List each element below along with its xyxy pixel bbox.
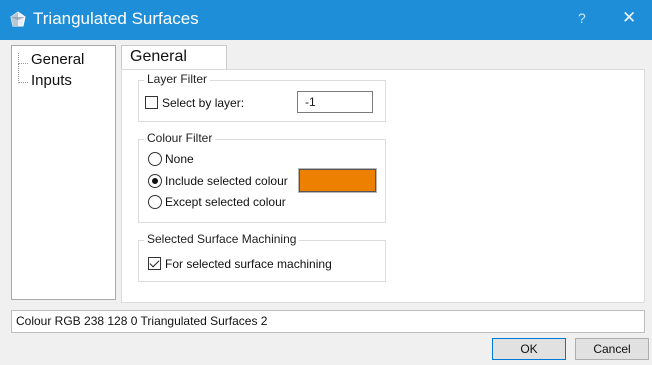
layer-number-input[interactable]: -1: [297, 91, 373, 113]
selected-surface-machining-checkbox-label[interactable]: For selected surface machining: [165, 257, 332, 271]
tree-item-general[interactable]: General: [31, 51, 84, 68]
navigation-tree: General Inputs: [11, 45, 116, 300]
close-icon[interactable]: ✕: [622, 8, 636, 28]
tab-general-label: General: [130, 48, 187, 65]
help-icon[interactable]: ?: [578, 10, 586, 26]
radio-none-label[interactable]: None: [165, 152, 194, 166]
layer-filter-label: Layer Filter: [144, 72, 211, 86]
colour-filter-label: Colour Filter: [144, 131, 216, 145]
layer-number-value: -1: [305, 95, 316, 109]
status-bar: Colour RGB 238 128 0 Triangulated Surfac…: [11, 310, 645, 333]
tree-item-inputs[interactable]: Inputs: [31, 72, 72, 89]
tab-general[interactable]: General: [121, 45, 227, 70]
window-title: Triangulated Surfaces: [33, 9, 199, 28]
select-by-layer-label[interactable]: Select by layer:: [162, 96, 244, 110]
radio-except-selected-colour[interactable]: [148, 195, 162, 209]
surface-machining-label: Selected Surface Machining: [144, 232, 300, 246]
status-text: Colour RGB 238 128 0 Triangulated Surfac…: [16, 314, 268, 328]
colour-picker-swatch[interactable]: [298, 168, 377, 193]
selected-surface-machining-checkbox[interactable]: [148, 257, 161, 270]
select-by-layer-checkbox[interactable]: [145, 96, 158, 109]
radio-include-label[interactable]: Include selected colour: [165, 174, 288, 188]
title-bar: Triangulated Surfaces ? ✕: [0, 0, 652, 40]
ok-button[interactable]: OK: [492, 338, 566, 360]
app-icon: [10, 11, 26, 27]
radio-except-label[interactable]: Except selected colour: [165, 195, 286, 209]
radio-none[interactable]: [148, 152, 162, 166]
cancel-button[interactable]: Cancel: [575, 338, 649, 360]
tree-connector: [18, 63, 28, 83]
radio-include-selected-colour[interactable]: [148, 174, 162, 188]
